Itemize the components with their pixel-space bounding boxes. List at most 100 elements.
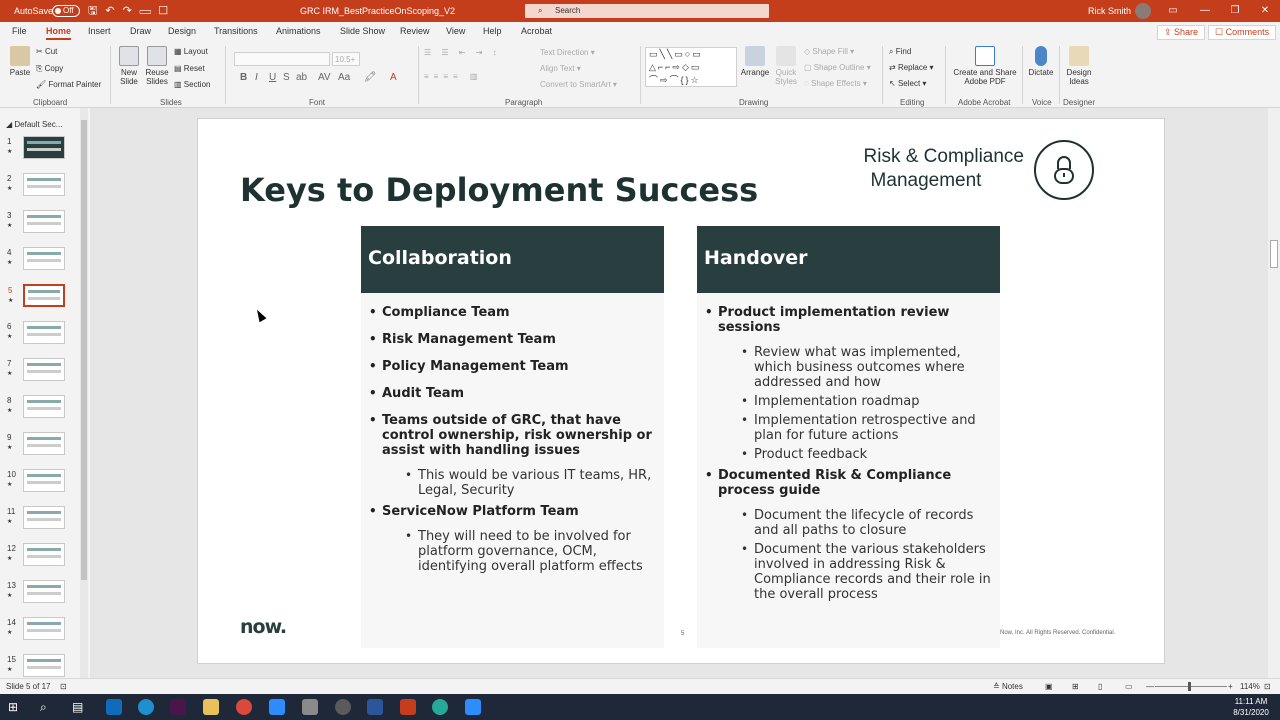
- thumbnail-scrollbar[interactable]: [80, 108, 88, 678]
- avatar[interactable]: [1135, 3, 1151, 19]
- slide-thumbnail[interactable]: 6 ★: [7, 321, 65, 344]
- zoom-out-button[interactable]: —: [1146, 682, 1154, 691]
- shape-outline-button[interactable]: ▢ Shape Outline ▾: [804, 63, 871, 72]
- slack-icon[interactable]: [170, 699, 186, 715]
- slide-thumbnail[interactable]: 3 ★: [7, 210, 65, 233]
- underline-button[interactable]: U: [269, 72, 276, 83]
- tab-view[interactable]: View: [446, 26, 465, 36]
- select-button[interactable]: ↖ Select ▾: [889, 79, 926, 88]
- slide-thumbnail[interactable]: 9 ★: [7, 432, 65, 455]
- app-icon-2[interactable]: [432, 699, 448, 715]
- tab-design[interactable]: Design: [168, 26, 196, 36]
- notes-button[interactable]: ≙ Notes: [993, 682, 1023, 691]
- tab-draw[interactable]: Draw: [130, 26, 151, 36]
- restore-button[interactable]: ❐: [1220, 0, 1250, 22]
- italic-button[interactable]: I: [255, 72, 258, 83]
- brand-text[interactable]: Risk & Compliance Management: [798, 145, 1025, 193]
- section-header[interactable]: ◢ Default Sec...: [6, 120, 62, 129]
- zoom-app-icon-2[interactable]: [465, 699, 481, 715]
- replace-button[interactable]: ⇄ Replace ▾: [889, 63, 934, 72]
- zoom-slider-knob[interactable]: [1188, 682, 1191, 691]
- slide-thumbnail[interactable]: 15 ★: [7, 654, 65, 677]
- tab-insert[interactable]: Insert: [88, 26, 111, 36]
- snipping-tool-icon[interactable]: [302, 699, 318, 715]
- layout-button[interactable]: ▦ Layout: [174, 47, 208, 56]
- character-spacing-button[interactable]: AV: [318, 72, 331, 83]
- create-share-pdf-button[interactable]: Create and Share Adobe PDF: [950, 46, 1020, 86]
- system-clock[interactable]: 11:11 AM 8/31/2020: [1226, 696, 1276, 718]
- slide-thumbnail[interactable]: 12 ★: [7, 543, 65, 566]
- tab-home[interactable]: Home: [46, 26, 72, 40]
- tab-file[interactable]: File: [12, 26, 27, 36]
- slide-sorter-icon[interactable]: ⊞: [1072, 682, 1079, 691]
- slide-thumbnail[interactable]: 13 ★: [7, 580, 65, 603]
- list-buttons[interactable]: ☰ ☰ ⇤ ⇥ ↕: [424, 48, 501, 57]
- normal-view-icon[interactable]: ▣: [1045, 682, 1053, 691]
- font-size-dropdown[interactable]: 10.5+: [332, 52, 360, 66]
- handover-column[interactable]: Handover Product implementation review s…: [697, 226, 1000, 648]
- zoom-level[interactable]: 114%: [1240, 682, 1260, 691]
- tab-transitions[interactable]: Transitions: [214, 26, 258, 36]
- copy-button[interactable]: ⎘ Copy: [36, 64, 63, 74]
- font-name-dropdown[interactable]: [234, 52, 330, 66]
- slide-thumbnail[interactable]: 10 ★: [7, 469, 65, 492]
- shadow-button[interactable]: S: [283, 72, 290, 83]
- shape-fill-button[interactable]: ◇ Shape Fill ▾: [804, 47, 854, 56]
- lock-icon[interactable]: [1034, 140, 1094, 200]
- quick-styles-button[interactable]: Quick Styles: [772, 46, 800, 86]
- slide-thumbnail[interactable]: 5 ★: [8, 284, 65, 307]
- quick-access-toolbar[interactable]: 🖫↶↷▭☐: [88, 0, 176, 22]
- slide-thumbnail[interactable]: 1 ★: [7, 136, 65, 159]
- arrange-button[interactable]: Arrange: [739, 46, 771, 77]
- shape-effects-button[interactable]: ◌ Shape Effects ▾: [804, 79, 867, 88]
- find-button[interactable]: ⌕ Find: [889, 47, 911, 57]
- minimize-button[interactable]: —: [1190, 0, 1220, 22]
- tab-acrobat[interactable]: Acrobat: [521, 26, 552, 36]
- shapes-gallery[interactable]: ▭╲╲▭○▭ △⌐⌐⇨◇▭ ⌒⇨⌒{}☆: [645, 47, 737, 87]
- slide[interactable]: Keys to Deployment Success Risk & Compli…: [197, 118, 1165, 664]
- search-box[interactable]: ⌕ Search: [525, 4, 769, 18]
- slideshow-icon[interactable]: ▭: [1125, 682, 1133, 691]
- zoom-app-icon[interactable]: [269, 699, 285, 715]
- format-painter-button[interactable]: 🖌 Format Painter: [36, 80, 101, 89]
- task-view-icon[interactable]: ▤: [72, 699, 88, 715]
- collaboration-column[interactable]: Collaboration Compliance Team Risk Manage…: [361, 226, 664, 648]
- zoom-slider[interactable]: [1155, 686, 1227, 687]
- slide-thumbnail[interactable]: 11 ★: [7, 506, 65, 529]
- text-direction-button[interactable]: Text Direction ▾: [540, 48, 595, 57]
- canvas-scrollbar[interactable]: [1268, 108, 1280, 678]
- tab-animations[interactable]: Animations: [276, 26, 321, 36]
- comments-button[interactable]: ☐ Comments: [1208, 25, 1277, 40]
- section-button[interactable]: ▥ Section: [174, 80, 210, 89]
- strikethrough-button[interactable]: ab: [296, 72, 307, 83]
- design-ideas-button[interactable]: Design Ideas: [1064, 46, 1094, 86]
- align-text-button[interactable]: Align Text ▾: [540, 64, 581, 73]
- slide-thumbnail[interactable]: 7 ★: [7, 358, 65, 381]
- powerpoint-icon[interactable]: [400, 699, 416, 715]
- paste-button[interactable]: Paste: [7, 46, 33, 77]
- slide-thumbnail[interactable]: 14 ★: [7, 617, 65, 640]
- cut-button[interactable]: ✂ Cut: [36, 47, 57, 56]
- outlook-icon[interactable]: [106, 699, 122, 715]
- close-button[interactable]: ✕: [1250, 0, 1280, 22]
- tab-review[interactable]: Review: [400, 26, 430, 36]
- document-title[interactable]: GRC IRM_BestPracticeOnScoping_V2: [300, 0, 455, 22]
- reading-view-icon[interactable]: ▯: [1098, 682, 1102, 691]
- slide-thumbnail[interactable]: 8 ★: [7, 395, 65, 418]
- tab-help[interactable]: Help: [483, 26, 502, 36]
- ribbon-display-icon[interactable]: ▭: [1158, 0, 1188, 22]
- autosave-toggle[interactable]: Off: [52, 5, 80, 17]
- edge-icon[interactable]: [138, 699, 154, 715]
- slide-title[interactable]: Keys to Deployment Success: [240, 171, 758, 209]
- canvas-scroll-thumb[interactable]: [1270, 240, 1278, 268]
- windows-start-icon[interactable]: ⊞: [8, 699, 24, 715]
- highlight-icon[interactable]: 🖍: [364, 72, 377, 83]
- app-icon[interactable]: [335, 699, 351, 715]
- reset-button[interactable]: ▤ Reset: [174, 64, 205, 73]
- slide-thumbnail[interactable]: 2 ★: [7, 173, 65, 196]
- share-button[interactable]: ⇪ Share: [1157, 25, 1206, 40]
- word-icon[interactable]: [367, 699, 383, 715]
- change-case-button[interactable]: Aa: [338, 72, 350, 83]
- align-buttons[interactable]: ≡≡≡≡ ▥: [424, 72, 482, 81]
- fit-slide-icon[interactable]: ⊡: [1264, 682, 1271, 691]
